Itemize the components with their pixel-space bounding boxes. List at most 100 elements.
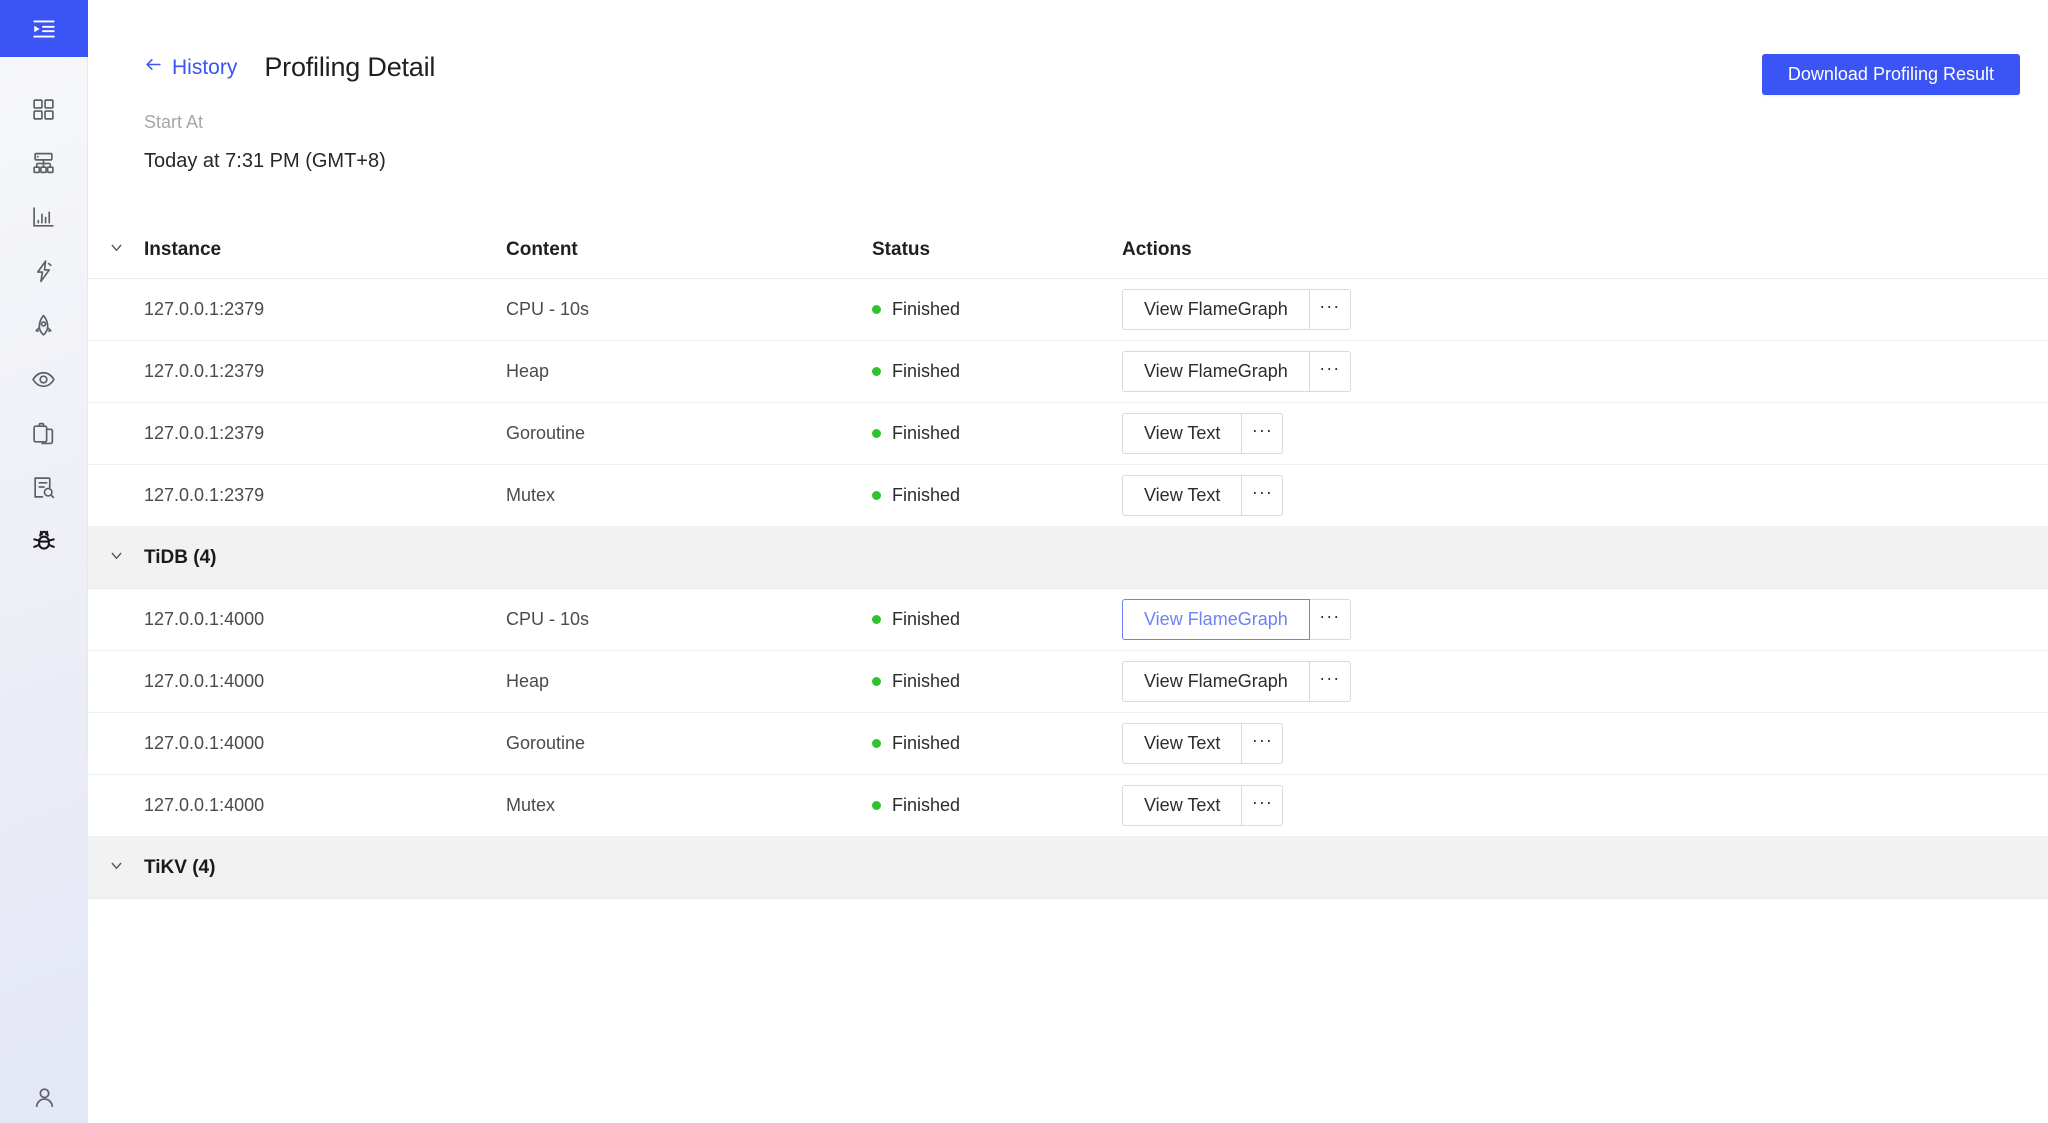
cell-content: Mutex: [506, 485, 556, 505]
cell-actions: View Text ···: [1122, 413, 2048, 454]
column-header-instance[interactable]: Instance: [144, 239, 506, 261]
status-badge: Finished: [892, 423, 961, 443]
cell-actions: View Text ···: [1122, 475, 2048, 516]
view-result-button[interactable]: View FlameGraph: [1122, 351, 1310, 392]
dashboard-grid-icon: [31, 97, 56, 122]
rocket-icon: [31, 313, 56, 338]
sidebar-item-overview[interactable]: [0, 82, 88, 136]
sidebar-collapse-button[interactable]: [0, 0, 88, 57]
cell-actions: View FlameGraph ···: [1122, 289, 2048, 330]
row-action-group: View Text ···: [1122, 723, 1284, 764]
cell-status: Finished: [872, 423, 1122, 444]
view-result-button[interactable]: View Text: [1122, 475, 1243, 516]
sidebar-item-statements[interactable]: [0, 244, 88, 298]
page-title: Profiling Detail: [264, 52, 436, 82]
column-header-content[interactable]: Content: [506, 239, 872, 261]
cell-status: Finished: [872, 299, 1122, 320]
bar-chart-icon: [31, 205, 56, 230]
cell-instance: 127.0.0.1:4000: [144, 671, 265, 691]
sidebar-item-instance-profiling[interactable]: [0, 460, 88, 514]
status-dot-icon: [872, 491, 881, 500]
status-badge: Finished: [892, 361, 961, 381]
lightning-icon: [31, 259, 56, 284]
more-actions-button[interactable]: ···: [1309, 599, 1351, 640]
status-dot-icon: [872, 367, 881, 376]
table-body: 127.0.0.1:2379 CPU - 10s Finished View Flam…: [88, 279, 2048, 899]
cell-actions: View Text ···: [1122, 785, 2048, 826]
more-actions-button[interactable]: ···: [1309, 289, 1351, 330]
start-at-block: Start At Today at 7:31 PM (GMT+8): [88, 83, 2048, 175]
view-result-button[interactable]: View FlameGraph: [1122, 661, 1310, 702]
more-actions-button[interactable]: ···: [1242, 723, 1284, 764]
cell-actions: View FlameGraph ···: [1122, 599, 2048, 640]
table-group-row: TiDB (4): [88, 527, 2048, 589]
cell-content: Goroutine: [506, 733, 586, 753]
cell-status: Finished: [872, 485, 1122, 506]
back-to-history-link[interactable]: History: [144, 55, 237, 80]
document-search-icon: [31, 475, 56, 500]
chevron-down-icon: [108, 857, 125, 879]
view-result-button[interactable]: View FlameGraph: [1122, 289, 1310, 330]
table-row: 127.0.0.1:2379 CPU - 10s Finished View Flam…: [88, 279, 2048, 341]
cell-status: Finished: [872, 361, 1122, 382]
page-header: History Profiling Detail: [88, 0, 2048, 83]
expand-all-caret[interactable]: [88, 239, 144, 261]
cell-instance: 127.0.0.1:2379: [144, 423, 265, 443]
group-label: TiKV (4): [144, 856, 216, 878]
status-dot-icon: [872, 305, 881, 314]
status-dot-icon: [872, 801, 881, 810]
row-action-group: View FlameGraph ···: [1122, 599, 1351, 640]
cell-content: Goroutine: [506, 423, 586, 443]
column-header-actions[interactable]: Actions: [1122, 239, 2048, 261]
cell-content: CPU - 10s: [506, 299, 590, 319]
sidebar-item-cluster-info[interactable]: [0, 136, 88, 190]
cell-content: Mutex: [506, 795, 556, 815]
back-link-label: History: [172, 55, 238, 79]
cell-instance: 127.0.0.1:2379: [144, 485, 265, 505]
sidebar-item-key-visualizer[interactable]: [0, 190, 88, 244]
sidebar-item-diagnose[interactable]: [0, 352, 88, 406]
app-root: History Profiling Detail Download Profil…: [0, 0, 2048, 1123]
status-badge: Finished: [892, 299, 961, 319]
view-result-button[interactable]: View FlameGraph: [1122, 599, 1310, 640]
view-result-button[interactable]: View Text: [1122, 413, 1243, 454]
sidebar-item-advanced-debugging[interactable]: [0, 514, 88, 568]
sidebar-item-user-account[interactable]: [0, 1085, 88, 1115]
row-action-group: View Text ···: [1122, 413, 1284, 454]
cell-actions: View FlameGraph ···: [1122, 661, 2048, 702]
table-row: 127.0.0.1:4000 Goroutine Finished View Text…: [88, 713, 2048, 775]
group-label: TiDB (4): [144, 546, 217, 568]
start-at-label: Start At: [144, 112, 204, 132]
status-dot-icon: [872, 429, 881, 438]
more-actions-button[interactable]: ···: [1242, 413, 1284, 454]
view-result-button[interactable]: View Text: [1122, 785, 1243, 826]
group-expand-caret[interactable]: [88, 857, 144, 879]
row-action-group: View FlameGraph ···: [1122, 289, 1351, 330]
status-badge: Finished: [892, 795, 961, 815]
column-header-status[interactable]: Status: [872, 239, 1122, 261]
bug-icon: [31, 528, 57, 554]
cell-content: CPU - 10s: [506, 609, 590, 629]
status-badge: Finished: [892, 671, 961, 691]
view-result-button[interactable]: View Text: [1122, 723, 1243, 764]
chevron-down-icon: [108, 547, 125, 569]
sidebar-item-search-logs[interactable]: [0, 406, 88, 460]
group-expand-caret[interactable]: [88, 547, 144, 569]
start-at-value: Today at 7:31 PM (GMT+8): [144, 150, 386, 172]
more-actions-button[interactable]: ···: [1242, 785, 1284, 826]
user-account-icon: [32, 1085, 57, 1115]
status-dot-icon: [872, 615, 881, 624]
more-actions-button[interactable]: ···: [1309, 661, 1351, 702]
more-actions-button[interactable]: ···: [1242, 475, 1284, 516]
cell-content: Heap: [506, 671, 550, 691]
clipboard-copy-icon: [31, 421, 56, 446]
more-actions-button[interactable]: ···: [1309, 351, 1351, 392]
eye-icon: [31, 367, 56, 392]
cell-instance: 127.0.0.1:2379: [144, 299, 265, 319]
collapse-menu-icon: [31, 16, 57, 42]
sidebar-item-slow-queries[interactable]: [0, 298, 88, 352]
download-profiling-result-button[interactable]: Download Profiling Result: [1761, 54, 2020, 95]
cell-instance: 127.0.0.1:4000: [144, 733, 265, 753]
table-row: 127.0.0.1:4000 CPU - 10s Finished View Flam…: [88, 589, 2048, 651]
row-action-group: View Text ···: [1122, 475, 1284, 516]
